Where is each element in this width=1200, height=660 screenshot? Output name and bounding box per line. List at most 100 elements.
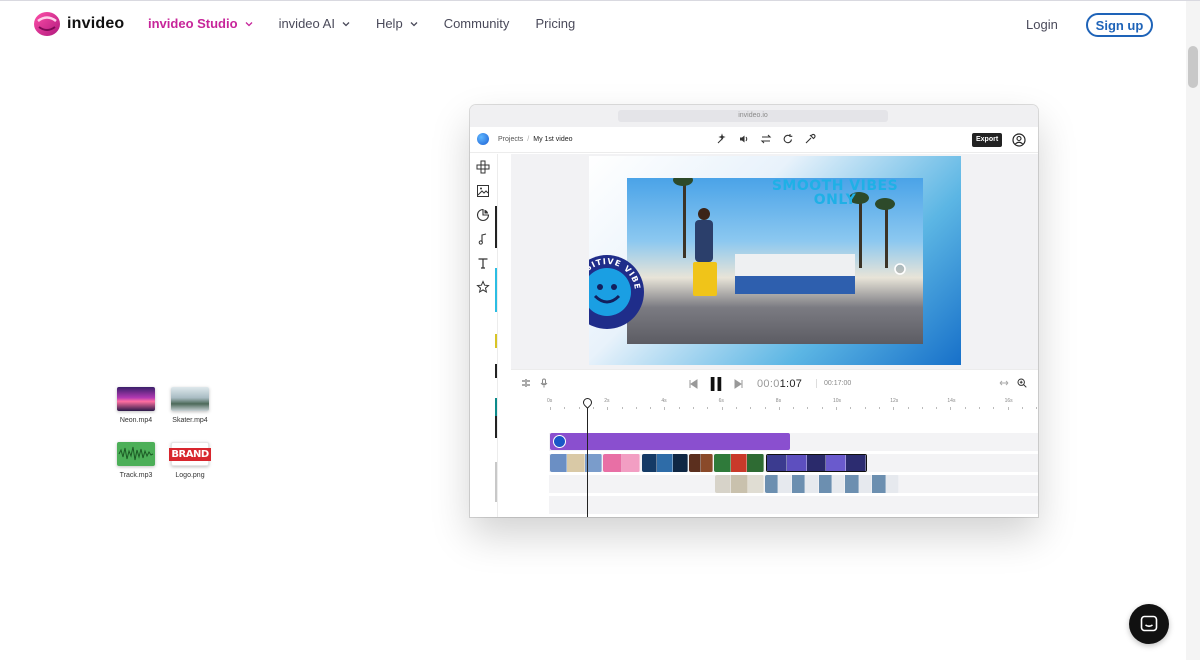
positive-vibes-sticker-icon[interactable]: POSITIVE VIBES bbox=[589, 254, 645, 330]
video-thumbnail bbox=[117, 387, 155, 411]
menu-item-community[interactable]: Community bbox=[444, 16, 510, 31]
chat-icon bbox=[1140, 615, 1158, 632]
ruler-tick-mark bbox=[707, 407, 709, 409]
scrollbar-thumb[interactable] bbox=[1188, 46, 1198, 88]
menu-item-pricing[interactable]: Pricing bbox=[535, 16, 575, 31]
asset-skater-video[interactable]: Skater.mp4 bbox=[160, 387, 220, 424]
ruler-tick-label: 10s bbox=[833, 398, 842, 404]
ruler-tick-mark bbox=[721, 407, 723, 410]
sticker-icon[interactable] bbox=[476, 208, 490, 222]
ruler-tick-mark bbox=[750, 407, 752, 409]
asset-caption: Track.mp3 bbox=[119, 472, 153, 479]
editor-top-bar: Projects / My 1st video Export bbox=[470, 127, 1038, 153]
chevron-down-icon bbox=[245, 21, 253, 26]
ruler-tick-mark bbox=[993, 407, 995, 409]
signup-button[interactable]: Sign up bbox=[1086, 13, 1153, 37]
export-button[interactable]: Export bbox=[972, 133, 1003, 147]
page-scrollbar[interactable] bbox=[1186, 1, 1200, 660]
video-clip[interactable] bbox=[603, 454, 640, 472]
timecode-prefix: 00:0 bbox=[757, 378, 780, 390]
fit-width-icon[interactable] bbox=[999, 378, 1009, 388]
ruler-tick-mark bbox=[650, 407, 652, 409]
asset-logo-image[interactable]: BRAND Logo.png bbox=[160, 442, 220, 479]
main-menu: invideo Studio invideo AI Help Community… bbox=[148, 16, 601, 31]
chevron-down-icon bbox=[342, 21, 350, 26]
media-library-icon[interactable] bbox=[476, 184, 490, 198]
current-timecode: 00:01:07 bbox=[757, 378, 802, 390]
star-icon[interactable] bbox=[476, 280, 490, 294]
video-clip[interactable] bbox=[766, 454, 867, 472]
brand[interactable]: invideo bbox=[33, 11, 124, 37]
video-frame[interactable]: SMOOTH VIBES ONLY POSITIVE VIBES bbox=[589, 156, 961, 365]
ruler-tick-mark bbox=[693, 407, 694, 409]
split-icon[interactable] bbox=[521, 378, 531, 388]
menu-item-label: Pricing bbox=[535, 16, 576, 31]
track-lane bbox=[549, 496, 1038, 514]
ruler-tick-mark bbox=[1036, 407, 1038, 409]
ruler-tick-mark bbox=[936, 407, 938, 409]
magic-edit-icon[interactable] bbox=[716, 133, 728, 145]
video-clip[interactable] bbox=[715, 475, 764, 493]
menu-item-help[interactable]: Help bbox=[376, 16, 418, 31]
ruler-tick-mark bbox=[964, 407, 966, 409]
chevron-down-icon bbox=[410, 21, 418, 26]
headline-line-2: ONLY bbox=[813, 192, 857, 208]
breadcrumb-separator: / bbox=[527, 136, 530, 143]
breadcrumb-projects[interactable]: Projects bbox=[498, 136, 523, 143]
headline-overlay[interactable]: SMOOTH VIBES ONLY bbox=[745, 179, 923, 207]
video-clip[interactable] bbox=[714, 454, 764, 472]
login-link[interactable]: Login bbox=[1026, 17, 1058, 32]
ruler-tick-label: 12s bbox=[890, 398, 899, 404]
asset-caption: Logo.png bbox=[175, 472, 205, 479]
ruler-tick-mark bbox=[664, 407, 666, 410]
editor-logo-icon[interactable] bbox=[477, 133, 489, 145]
menu-item-invideo-studio[interactable]: invideo Studio bbox=[148, 16, 253, 31]
ruler-tick-mark bbox=[607, 407, 609, 410]
text-icon[interactable] bbox=[476, 256, 490, 270]
pause-icon[interactable] bbox=[709, 376, 723, 392]
invideo-landing-page: invideo invideo Studio invideo AI Help C… bbox=[0, 0, 1200, 660]
asset-neon-video[interactable]: Neon.mp4 bbox=[106, 387, 166, 424]
video-clip[interactable] bbox=[642, 454, 688, 472]
user-profile-icon[interactable] bbox=[1012, 133, 1026, 147]
asset-caption: Neon.mp4 bbox=[119, 417, 153, 424]
color-picker-icon[interactable] bbox=[804, 133, 816, 145]
video-canvas[interactable]: SMOOTH VIBES ONLY POSITIVE VIBES bbox=[511, 154, 1038, 369]
chat-support-button[interactable] bbox=[1129, 604, 1169, 644]
menu-item-label: invideo AI bbox=[278, 16, 335, 31]
ruler-tick-mark bbox=[907, 407, 909, 409]
ruler-tick-mark bbox=[764, 407, 766, 409]
video-clip[interactable] bbox=[550, 454, 602, 472]
redo-icon[interactable] bbox=[782, 133, 794, 145]
ruler-tick-mark bbox=[807, 407, 809, 409]
asset-track-audio[interactable]: Track.mp3 bbox=[106, 442, 166, 479]
menu-item-label: invideo Studio bbox=[148, 16, 238, 31]
ruler-tick-mark bbox=[793, 407, 795, 409]
rail-accent-bar bbox=[495, 364, 497, 378]
video-clip[interactable] bbox=[689, 454, 713, 472]
video-clip[interactable] bbox=[765, 475, 899, 493]
ruler-tick-label: 2s bbox=[604, 398, 610, 404]
sticker-clip[interactable] bbox=[550, 433, 790, 450]
ruler-tick-mark bbox=[878, 407, 880, 409]
invideo-logo-icon bbox=[34, 12, 60, 36]
skip-back-icon[interactable] bbox=[687, 378, 699, 390]
menu-item-invideo-ai[interactable]: invideo AI bbox=[279, 16, 350, 31]
ruler-tick-mark bbox=[850, 407, 852, 409]
ruler-tick-mark bbox=[1007, 407, 1009, 410]
volume-icon[interactable] bbox=[738, 133, 750, 145]
brand-logo-thumbnail: BRAND bbox=[169, 442, 211, 466]
ruler-tick-mark bbox=[1021, 407, 1023, 409]
skip-forward-icon[interactable] bbox=[733, 378, 745, 390]
timeline-ruler[interactable]: 0s 2s 4s 6s 8s 10s 12s 14s 16s bbox=[543, 396, 1038, 412]
ruler-tick-mark bbox=[635, 407, 637, 409]
swap-icon[interactable] bbox=[760, 133, 772, 145]
timecode-divider bbox=[816, 379, 817, 388]
microphone-icon[interactable] bbox=[539, 378, 549, 388]
zoom-in-icon[interactable] bbox=[1017, 378, 1027, 388]
breadcrumb: Projects / My 1st video bbox=[498, 136, 573, 143]
music-icon[interactable] bbox=[476, 232, 490, 246]
dancer-figure bbox=[698, 208, 710, 220]
layout-icon[interactable] bbox=[476, 160, 490, 174]
playhead[interactable] bbox=[587, 400, 589, 517]
